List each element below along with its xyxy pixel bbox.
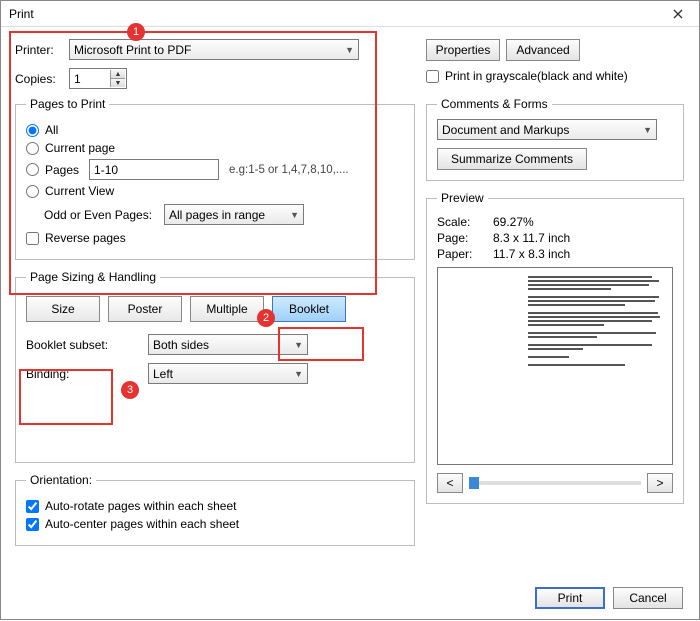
reverse-pages-checkbox[interactable]: Reverse pages (26, 231, 404, 245)
page-label: Page: (437, 231, 493, 245)
pages-hint: e.g:1-5 or 1,4,7,8,10,.... (229, 164, 349, 176)
printer-select-value: Microsoft Print to PDF (74, 43, 191, 57)
page-sizing-group: Page Sizing & Handling Size Poster Multi… (15, 270, 415, 463)
booklet-button[interactable]: Booklet (272, 296, 346, 322)
preview-slider-thumb[interactable] (469, 477, 479, 489)
size-button[interactable]: Size (26, 296, 100, 322)
properties-button[interactable]: Properties (426, 39, 500, 61)
copies-input[interactable]: 1 ▲ ▼ (69, 68, 127, 89)
close-button[interactable] (663, 5, 693, 23)
pages-range-input[interactable]: 1-10 (89, 159, 219, 180)
paper-label: Paper: (437, 247, 493, 261)
preview-slider[interactable] (469, 481, 641, 485)
radio-current-view[interactable]: Current View (26, 184, 404, 198)
title-bar: Print (1, 1, 699, 27)
preview-legend: Preview (437, 191, 488, 205)
poster-button[interactable]: Poster (108, 296, 182, 322)
comments-forms-group: Comments & Forms Document and Markups ▼ … (426, 97, 684, 181)
printer-label: Printer: (15, 43, 69, 57)
binding-select[interactable]: Left ▼ (148, 363, 308, 384)
chevron-down-icon: ▼ (643, 125, 652, 135)
scale-label: Scale: (437, 215, 493, 229)
booklet-subset-label: Booklet subset: (26, 338, 124, 352)
binding-label: Binding: (26, 367, 124, 381)
print-button[interactable]: Print (535, 587, 605, 609)
radio-all[interactable]: All (26, 123, 404, 137)
scale-value: 69.27% (493, 215, 534, 229)
grayscale-checkbox[interactable]: Print in grayscale(black and white) (426, 69, 684, 83)
chevron-down-icon: ▼ (294, 369, 303, 379)
odd-even-label: Odd or Even Pages: (44, 208, 164, 222)
radio-current-page[interactable]: Current page (26, 141, 404, 155)
pages-to-print-legend: Pages to Print (26, 97, 109, 111)
copies-label: Copies: (15, 72, 69, 86)
comments-legend: Comments & Forms (437, 97, 552, 111)
printer-select[interactable]: Microsoft Print to PDF ▼ (69, 39, 359, 60)
window-title: Print (9, 7, 34, 21)
autorotate-checkbox[interactable]: Auto-rotate pages within each sheet (26, 499, 404, 513)
cancel-button[interactable]: Cancel (613, 587, 683, 609)
pages-to-print-group: Pages to Print All Current page Pages 1-… (15, 97, 415, 260)
copies-value: 1 (74, 72, 81, 86)
page-sizing-legend: Page Sizing & Handling (26, 270, 160, 284)
copies-down[interactable]: ▼ (110, 79, 125, 87)
chevron-down-icon: ▼ (290, 210, 299, 220)
summarize-comments-button[interactable]: Summarize Comments (437, 148, 587, 170)
odd-even-select[interactable]: All pages in range ▼ (164, 204, 304, 225)
preview-group: Preview Scale:69.27% Page:8.3 x 11.7 inc… (426, 191, 684, 504)
print-dialog: Print Printer: Microsoft Print to PDF ▼ … (0, 0, 700, 620)
booklet-subset-select[interactable]: Both sides ▼ (148, 334, 308, 355)
paper-value: 11.7 x 8.3 inch (493, 247, 570, 261)
copies-up[interactable]: ▲ (110, 70, 125, 79)
comments-select[interactable]: Document and Markups ▼ (437, 119, 657, 140)
preview-next-button[interactable]: > (647, 473, 673, 493)
chevron-down-icon: ▼ (294, 340, 303, 350)
autocenter-checkbox[interactable]: Auto-center pages within each sheet (26, 517, 404, 531)
preview-prev-button[interactable]: < (437, 473, 463, 493)
advanced-button[interactable]: Advanced (506, 39, 580, 61)
radio-pages[interactable]: Pages (26, 163, 79, 177)
orientation-legend: Orientation: (26, 473, 96, 487)
preview-canvas (437, 267, 673, 465)
chevron-down-icon: ▼ (345, 45, 354, 55)
page-value: 8.3 x 11.7 inch (493, 231, 570, 245)
orientation-group: Orientation: Auto-rotate pages within ea… (15, 473, 415, 546)
multiple-button[interactable]: Multiple (190, 296, 264, 322)
